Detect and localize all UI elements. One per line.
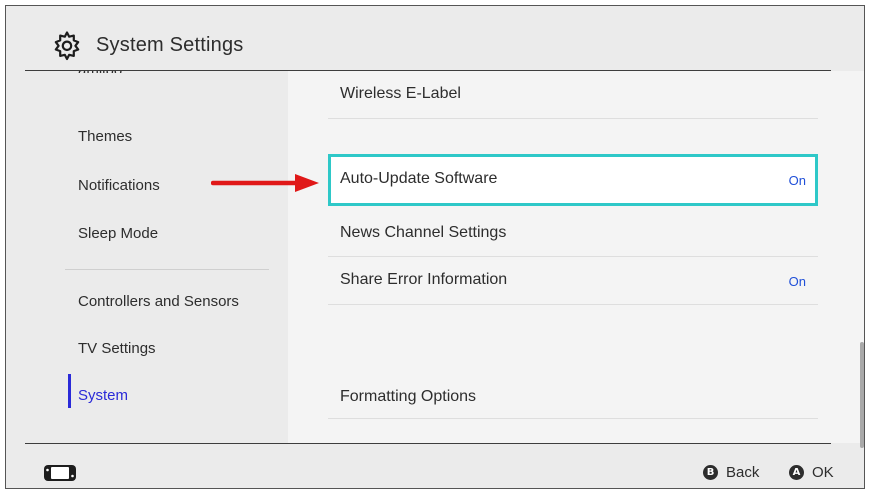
row-divider [328, 418, 818, 419]
header: System Settings [6, 6, 864, 69]
sidebar-item-themes[interactable]: Themes [78, 128, 132, 145]
system-settings-window: System Settings amiibo Themes Notificati… [5, 5, 865, 489]
sidebar-divider [65, 269, 269, 270]
back-label: Back [726, 464, 760, 481]
list-item-news-channel-settings[interactable]: News Channel Settings [328, 209, 818, 257]
sidebar-item-amiibo[interactable]: amiibo [78, 71, 122, 73]
list-item-formatting-options[interactable]: Formatting Options [328, 371, 818, 419]
sidebar-item-sleep-mode[interactable]: Sleep Mode [78, 225, 158, 242]
row-label: Wireless E-Label [340, 85, 461, 102]
list-item-share-error-information[interactable]: Share Error Information On [328, 257, 818, 305]
row-label: Auto-Update Software [340, 170, 498, 187]
row-label: News Channel Settings [340, 224, 507, 241]
list-item-auto-update-software[interactable]: Auto-Update Software On [328, 154, 818, 206]
row-value: On [788, 173, 806, 188]
b-button-icon: B [703, 465, 718, 480]
sidebar-item-notifications[interactable]: Notifications [78, 177, 160, 194]
row-divider [328, 118, 818, 119]
sidebar-item-controllers-and-sensors[interactable]: Controllers and Sensors [78, 293, 239, 310]
sidebar: amiibo Themes Notifications Sleep Mode C… [6, 71, 288, 443]
page-title: System Settings [96, 34, 244, 56]
ok-button[interactable]: A OK [789, 464, 834, 481]
back-button[interactable]: B Back [703, 464, 759, 481]
gear-icon [54, 31, 80, 61]
row-value: On [788, 274, 806, 289]
list-item-wireless-e-label[interactable]: Wireless E-Label [328, 71, 818, 119]
row-label: Formatting Options [340, 388, 477, 405]
active-indicator [68, 374, 71, 408]
sidebar-item-system[interactable]: System [78, 387, 128, 404]
scrollbar[interactable] [860, 342, 864, 448]
red-arrow-annotation-icon [211, 174, 319, 192]
controller-icon [44, 465, 76, 481]
row-divider [328, 304, 818, 305]
a-button-icon: A [789, 465, 804, 480]
footer: B Back A OK [6, 444, 864, 488]
ok-label: OK [812, 464, 834, 481]
settings-list: Wireless E-Label Auto-Update Software On… [288, 71, 864, 443]
sidebar-item-tv-settings[interactable]: TV Settings [78, 340, 156, 357]
row-label: Share Error Information [340, 271, 508, 288]
